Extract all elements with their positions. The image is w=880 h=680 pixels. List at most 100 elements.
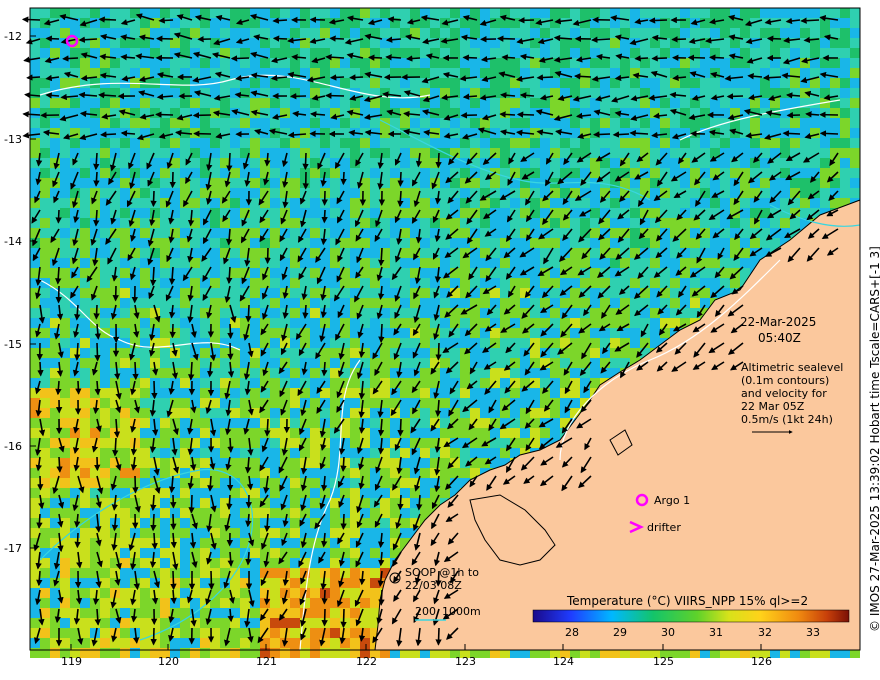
sst-cell xyxy=(790,78,800,88)
sst-cell xyxy=(730,168,740,178)
sst-cell xyxy=(340,458,350,468)
sst-cell xyxy=(270,358,280,368)
sst-cell xyxy=(480,278,490,288)
sst-cell xyxy=(660,78,670,88)
sst-cell xyxy=(290,128,300,138)
sst-cell xyxy=(330,528,340,538)
sst-cell xyxy=(180,38,190,48)
sst-cell xyxy=(650,8,660,18)
sst-cell xyxy=(770,148,780,158)
sst-cell xyxy=(760,28,770,38)
sst-cell xyxy=(210,198,220,208)
sst-cell xyxy=(770,78,780,88)
sst-cell xyxy=(260,258,270,268)
sst-cell xyxy=(80,218,90,228)
sst-cell xyxy=(450,448,460,458)
sst-cell xyxy=(270,488,280,498)
sst-cell xyxy=(720,208,730,218)
sst-cell xyxy=(320,118,330,128)
sst-cell xyxy=(590,128,600,138)
sst-cell xyxy=(190,178,200,188)
sst-cell xyxy=(500,298,510,308)
sst-cell xyxy=(250,18,260,28)
sst-cell xyxy=(310,268,320,278)
sst-cell xyxy=(730,58,740,68)
sst-cell xyxy=(100,548,110,558)
sst-cell xyxy=(120,458,130,468)
sst-cell xyxy=(630,148,640,158)
sst-cell xyxy=(160,398,170,408)
sst-cell xyxy=(480,138,490,148)
sst-cell xyxy=(550,8,560,18)
sst-cell xyxy=(290,408,300,418)
sst-cell xyxy=(120,598,130,608)
sst-cell xyxy=(170,268,180,278)
sst-cell xyxy=(300,148,310,158)
sst-cell xyxy=(220,8,230,18)
sst-cell xyxy=(170,548,180,558)
sst-cell xyxy=(260,578,270,588)
sst-cell xyxy=(170,168,180,178)
sst-cell xyxy=(830,38,840,48)
sst-cell xyxy=(250,478,260,488)
sst-cell xyxy=(470,288,480,298)
sst-cell xyxy=(230,188,240,198)
sst-cell xyxy=(400,388,410,398)
sst-cell xyxy=(140,208,150,218)
sst-cell xyxy=(270,288,280,298)
sst-cell xyxy=(90,78,100,88)
sst-cell xyxy=(270,538,280,548)
sst-cell xyxy=(150,78,160,88)
sst-cell xyxy=(80,548,90,558)
sst-cell xyxy=(410,118,420,128)
sst-cell xyxy=(180,208,190,218)
sst-cell xyxy=(670,48,680,58)
sst-cell xyxy=(370,528,380,538)
sst-cell xyxy=(830,98,840,108)
sst-cell xyxy=(370,188,380,198)
sst-cell xyxy=(420,238,430,248)
sst-cell xyxy=(160,538,170,548)
sst-cell xyxy=(150,508,160,518)
sst-cell xyxy=(460,318,470,328)
sst-cell xyxy=(420,418,430,428)
sst-cell xyxy=(100,368,110,378)
sst-cell xyxy=(40,328,50,338)
sst-cell xyxy=(750,78,760,88)
sst-cell xyxy=(290,518,300,528)
sst-cell xyxy=(530,48,540,58)
sst-cell xyxy=(340,338,350,348)
sst-cell xyxy=(230,328,240,338)
sst-cell xyxy=(170,528,180,538)
sst-cell xyxy=(170,118,180,128)
sst-cell xyxy=(580,98,590,108)
sst-cell xyxy=(280,168,290,178)
sst-cell xyxy=(60,458,70,468)
sst-cell xyxy=(150,498,160,508)
sst-cell xyxy=(670,318,680,328)
sst-cell xyxy=(830,58,840,68)
sst-cell xyxy=(600,78,610,88)
sst-cell xyxy=(330,118,340,128)
sst-cell xyxy=(250,568,260,578)
sst-cell xyxy=(360,538,370,548)
sst-cell xyxy=(210,368,220,378)
sst-cell xyxy=(650,58,660,68)
sst-cell xyxy=(310,558,320,568)
sst-cell xyxy=(670,138,680,148)
sst-cell xyxy=(330,208,340,218)
sst-cell xyxy=(40,48,50,58)
sst-cell xyxy=(250,208,260,218)
sst-cell xyxy=(280,48,290,58)
sst-cell xyxy=(120,468,130,478)
sst-cell xyxy=(800,18,810,28)
sst-cell xyxy=(130,308,140,318)
sst-cell xyxy=(780,88,790,98)
sst-cell xyxy=(370,358,380,368)
sst-cell xyxy=(120,318,130,328)
sst-cell xyxy=(160,428,170,438)
sst-cell xyxy=(160,328,170,338)
sst-cell xyxy=(270,18,280,28)
sst-cell xyxy=(290,58,300,68)
sst-cell xyxy=(850,128,860,138)
